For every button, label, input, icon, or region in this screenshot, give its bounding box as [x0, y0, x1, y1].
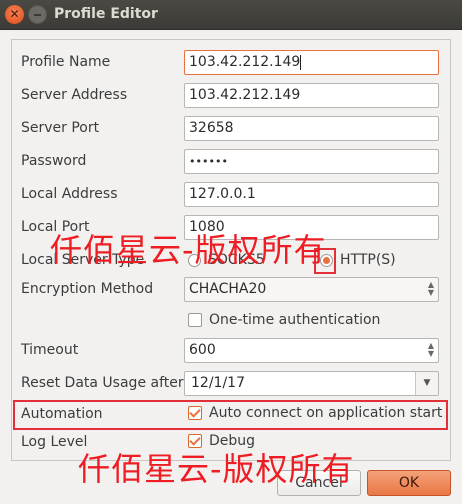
https-label: HTTP(S) [340, 252, 396, 268]
server-port-input[interactable]: 32658 [184, 116, 439, 141]
reset-data-usage-date[interactable]: 12/1/17 ▼ [184, 371, 439, 396]
encryption-method-value: CHACHA20 [189, 281, 267, 297]
server-port-label: Server Port [21, 120, 100, 136]
reset-data-usage-value: 12/1/17 [191, 375, 245, 391]
watermark-text: 仟佰星云-版权所有 [50, 231, 327, 269]
spin-arrows-icon[interactable]: ▲ ▼ [427, 342, 435, 359]
ok-button[interactable]: OK [367, 470, 451, 496]
profile-name-input[interactable]: 103.42.212.149 [184, 50, 439, 75]
password-input[interactable]: •••••• [184, 149, 439, 174]
local-address-input[interactable]: 127.0.0.1 [184, 182, 439, 207]
auto-connect-checkbox[interactable] [188, 406, 202, 420]
timeout-spinbox[interactable]: 600 ▲ ▼ [184, 338, 439, 363]
local-address-label: Local Address [21, 186, 118, 202]
close-icon[interactable]: ✕ [5, 5, 24, 24]
title-bar: ✕ Profile Editor [0, 0, 462, 30]
encryption-method-label: Encryption Method [21, 281, 154, 297]
server-address-input[interactable]: 103.42.212.149 [184, 83, 439, 108]
one-time-auth-checkbox[interactable] [188, 313, 202, 327]
password-label: Password [21, 153, 87, 169]
timeout-value: 600 [189, 342, 216, 358]
spin-arrows-icon: ▲ ▼ [427, 280, 435, 297]
timeout-label: Timeout [21, 342, 79, 358]
chevron-down-icon[interactable]: ▼ [415, 372, 438, 395]
minimize-icon[interactable] [28, 5, 47, 24]
automation-label: Automation [21, 406, 103, 422]
reset-data-usage-label: Reset Data Usage after [21, 375, 184, 391]
one-time-auth-label: One-time authentication [209, 312, 381, 328]
server-address-label: Server Address [21, 87, 128, 103]
profile-name-label: Profile Name [21, 54, 111, 70]
watermark-text: 仟佰星云-版权所有 [78, 450, 355, 488]
window-title: Profile Editor [54, 6, 158, 22]
encryption-method-select[interactable]: CHACHA20 ▲ ▼ [184, 277, 439, 302]
profile-name-value: 103.42.212.149 [189, 54, 301, 70]
auto-connect-label: Auto connect on application start [209, 405, 443, 421]
text-caret [300, 54, 302, 70]
